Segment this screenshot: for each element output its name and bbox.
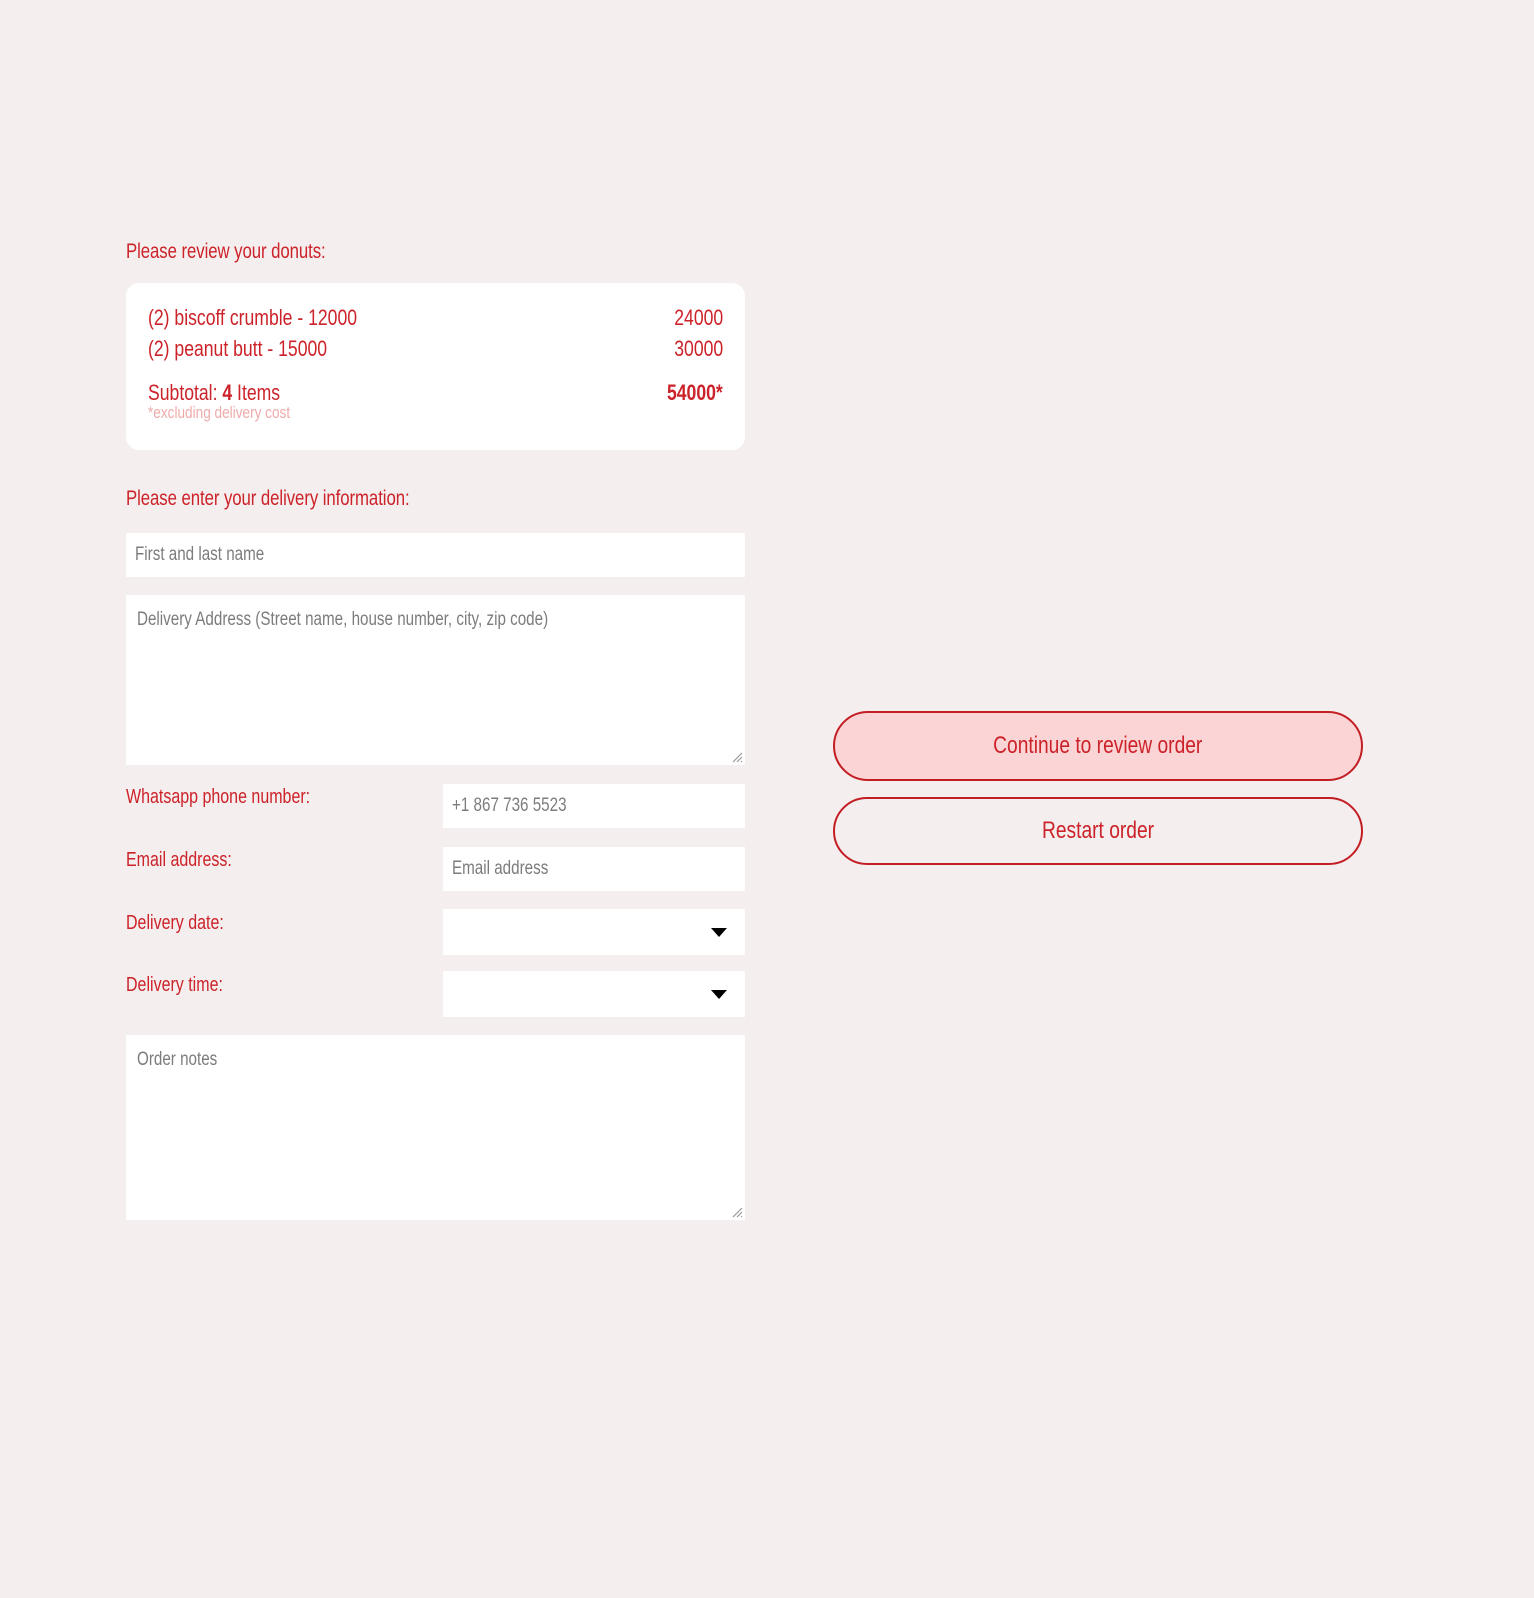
phone-placeholder: +1 867 736 5523 [452,795,567,816]
summary-item-amount: 30000 [674,336,723,361]
continue-to-review-order-button[interactable]: Continue to review order [833,711,1363,781]
delivery-address-placeholder: Delivery Address (Street name, house num… [137,609,549,630]
email-placeholder: Email address [452,858,549,879]
full-name-placeholder: First and last name [135,544,265,565]
phone-label: Whatsapp phone number: [126,786,311,808]
subtotal-amount: 54000* [667,380,723,405]
resize-handle-icon [732,1207,743,1218]
email-label: Email address: [126,849,232,871]
delivery-time-label: Delivery time: [126,974,223,996]
continue-button-label: Continue to review order [993,732,1203,759]
summary-item-name: (2) peanut butt - 15000 [148,336,328,361]
chevron-down-icon [711,990,727,999]
restart-order-button[interactable]: Restart order [833,797,1363,865]
summary-item-amount: 24000 [674,305,723,330]
delivery-time-select[interactable] [443,971,745,1017]
delivery-date-select[interactable] [443,909,745,955]
full-name-input[interactable]: First and last name [126,533,745,577]
order-notes-placeholder: Order notes [137,1049,218,1070]
delivery-date-label: Delivery date: [126,912,224,934]
summary-line-item: (2) peanut butt - 15000 30000 [148,336,723,362]
resize-handle-icon [732,752,743,763]
delivery-section-heading: Please enter your delivery information: [126,487,410,510]
order-checkout-page: Please review your donuts: (2) biscoff c… [0,0,1534,1598]
chevron-down-icon [711,928,727,937]
phone-input[interactable]: +1 867 736 5523 [443,784,745,828]
email-input[interactable]: Email address [443,847,745,891]
subtotal-label-prefix: Subtotal: [148,380,223,405]
order-notes-textarea[interactable]: Order notes [126,1035,745,1220]
delivery-address-textarea[interactable]: Delivery Address (Street name, house num… [126,595,745,765]
summary-item-name: (2) biscoff crumble - 12000 [148,305,358,330]
review-section-heading: Please review your donuts: [126,240,326,263]
excluding-delivery-note: *excluding delivery cost [148,403,291,422]
subtotal-item-count: 4 [222,380,233,405]
restart-button-label: Restart order [1041,817,1155,844]
subtotal-label-suffix: Items [232,380,281,405]
order-summary-card: (2) biscoff crumble - 12000 24000 (2) pe… [126,283,745,450]
summary-line-item: (2) biscoff crumble - 12000 24000 [148,305,723,331]
